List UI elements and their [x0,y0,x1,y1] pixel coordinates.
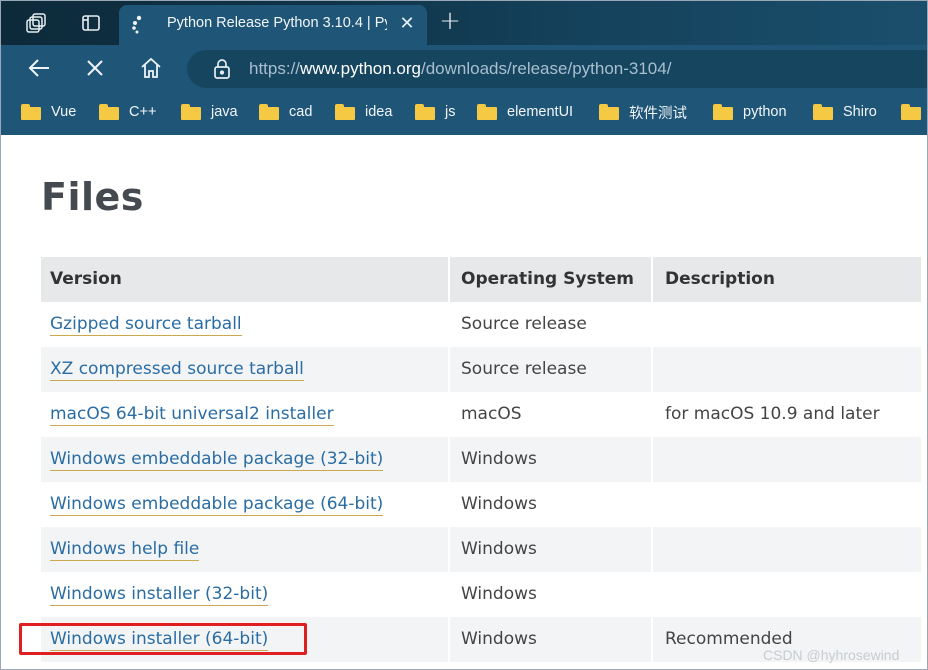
bookmark-label: Vue [51,104,77,120]
tab-python-release[interactable]: Python Release Python 3.10.4 | Py ✕ [119,5,427,45]
folder-icon [259,104,279,120]
bookmark-folder-cad[interactable]: cad [259,101,312,123]
bookmark-folder-elementui[interactable]: elementUI [477,101,573,123]
table-row: Windows installer (32-bit) Windows [41,572,921,617]
column-header-version: Version [50,269,122,289]
folder-icon [713,104,733,120]
new-tab-button[interactable]: + [437,8,463,35]
url-host: www.python.org [300,59,421,78]
workspaces-icon[interactable] [25,11,49,35]
description-cell [665,347,921,392]
bookmark-folder-cpp[interactable]: C++ [99,101,156,123]
bookmark-label: C++ [129,104,157,120]
os-cell: Windows [461,449,537,469]
stop-loading-icon[interactable] [81,54,109,82]
download-link-win-help-file[interactable]: Windows help file [50,539,200,561]
bookmarks-bar: Vue C++ java cad idea js elementUI 软件测试 [1,91,927,135]
folder-icon [99,104,119,120]
os-cell: Windows [461,494,537,514]
folder-icon [599,104,619,120]
os-cell: Source release [461,359,587,379]
column-header-os: Operating System [461,269,634,289]
table-row: Windows embeddable package (64-bit) Wind… [41,482,921,527]
lock-icon[interactable] [213,59,233,79]
bookmark-folder-overflow[interactable] [901,101,927,123]
download-link-win-embeddable-64[interactable]: Windows embeddable package (64-bit) [50,494,384,516]
bookmark-label: java [211,104,238,120]
folder-icon [813,104,833,120]
column-header-description: Description [665,269,775,289]
page-title: Files [41,175,144,219]
download-link-xz-tarball[interactable]: XZ compressed source tarball [50,359,304,381]
description-cell [665,482,921,527]
page-content: Files Version Operating System Descripti… [1,135,927,669]
bookmark-label: 软件测试 [629,105,687,122]
bookmark-label: idea [365,104,393,120]
table-header: Version Operating System Description [41,257,921,302]
tab-title: Python Release Python 3.10.4 | Py [167,15,387,31]
os-cell: Source release [461,314,587,334]
highlight-box-annotation [19,623,307,655]
browser-chrome: Python Release Python 3.10.4 | Py ✕ + ht… [1,1,927,135]
description-cell [665,572,921,617]
folder-icon [181,104,201,120]
bookmark-label: python [743,104,787,120]
url-prefix: https:// [249,59,301,78]
folder-icon [477,104,497,120]
folder-icon [335,104,355,120]
os-cell: macOS [461,404,522,424]
bookmark-folder-java[interactable]: java [181,101,238,123]
bookmark-folder-idea[interactable]: idea [335,101,392,123]
screenshot-frame: Python Release Python 3.10.4 | Py ✕ + ht… [0,0,928,670]
bookmark-label: js [445,104,456,120]
bookmark-label: elementUI [507,104,574,120]
bookmark-folder-shiro[interactable]: Shiro [813,101,877,123]
table-row: Windows help file Windows [41,527,921,572]
os-cell: Windows [461,629,537,649]
folder-icon [415,104,435,120]
navigation-bar: https://www.python.org/downloads/release… [1,45,927,91]
description-cell: for macOS 10.9 and later [665,404,880,424]
url-text: https://www.python.org/downloads/release… [249,59,671,81]
bookmark-folder-software-testing[interactable]: 软件测试 [599,101,687,123]
loading-icon [131,15,147,35]
download-link-gzipped-tarball[interactable]: Gzipped source tarball [50,314,242,336]
close-tab-icon[interactable]: ✕ [397,14,417,34]
bookmark-folder-vue[interactable]: Vue [21,101,76,123]
table-row: Windows embeddable package (32-bit) Wind… [41,437,921,482]
table-row: XZ compressed source tarball Source rele… [41,347,921,392]
download-link-win-embeddable-32[interactable]: Windows embeddable package (32-bit) [50,449,384,471]
table-row: macOS 64-bit universal2 installer macOS … [41,392,921,437]
table-row: Gzipped source tarball Source release [41,302,921,347]
watermark: CSDN @hyhrosewind [763,647,900,663]
bookmark-folder-js[interactable]: js [415,101,455,123]
download-link-macos-installer[interactable]: macOS 64-bit universal2 installer [50,404,334,426]
vertical-tabs-icon[interactable] [79,11,103,35]
os-cell: Windows [461,584,537,604]
tab-bar: Python Release Python 3.10.4 | Py ✕ + [1,1,927,45]
download-link-win-installer-32[interactable]: Windows installer (32-bit) [50,584,269,606]
folder-icon [901,104,921,120]
folder-icon [21,104,41,120]
bookmark-label: Shiro [843,104,877,120]
back-icon[interactable] [25,54,53,82]
address-bar[interactable]: https://www.python.org/downloads/release… [187,50,927,88]
description-cell [665,302,921,347]
url-path: /downloads/release/python-3104/ [420,59,672,78]
os-cell: Windows [461,539,537,559]
description-cell [665,527,921,572]
home-icon[interactable] [137,54,165,82]
description-cell [665,437,921,482]
bookmark-label: cad [289,104,313,120]
bookmark-folder-python[interactable]: python [713,101,787,123]
